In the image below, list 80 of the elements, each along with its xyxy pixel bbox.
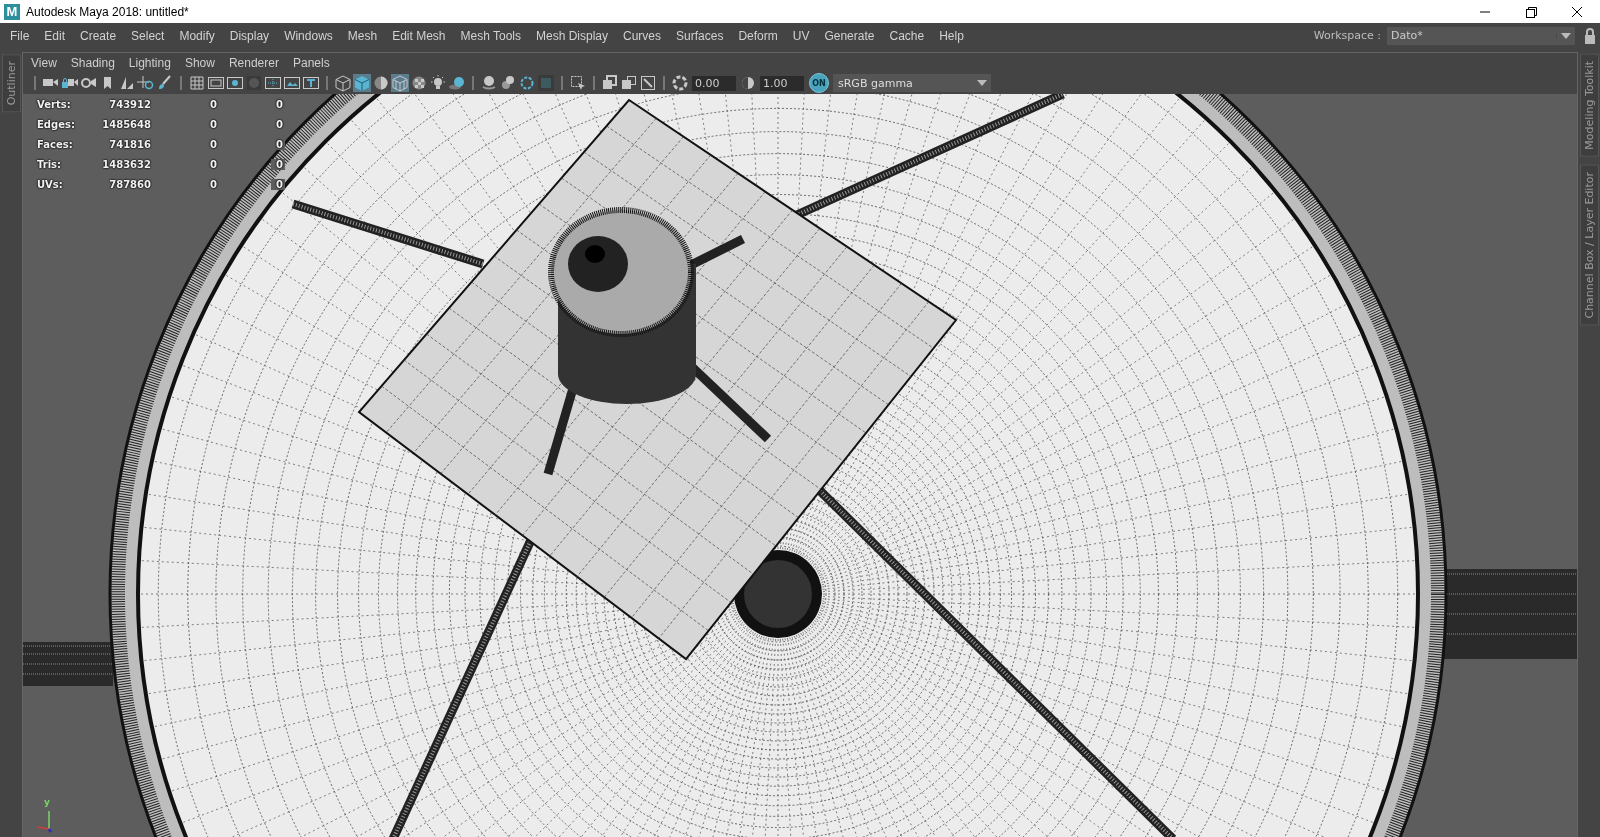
safe-action-icon[interactable]	[283, 74, 301, 92]
menu-item[interactable]: Curves	[615, 28, 669, 43]
menu-item[interactable]: File	[2, 28, 37, 43]
menu-item[interactable]: Mesh	[339, 28, 385, 43]
stat-value: 0	[209, 138, 217, 150]
value-field[interactable]: 0.00	[692, 75, 736, 91]
color-management-toggle[interactable]: ON	[809, 73, 829, 93]
safe-title-icon[interactable]	[302, 74, 320, 92]
caret-icon	[977, 80, 987, 86]
stat-value: 0	[209, 118, 217, 130]
menu-item[interactable]: Select	[123, 28, 172, 43]
menu-item[interactable]: Generate	[816, 28, 882, 43]
axis-label: y	[44, 797, 50, 807]
stat-value: 741816	[108, 138, 151, 150]
value-field[interactable]: 1.00	[760, 75, 804, 91]
film-gate-icon[interactable]	[207, 74, 225, 92]
panel-menu-item[interactable]: Lighting	[121, 55, 178, 70]
menu-item[interactable]: Deform	[730, 28, 785, 43]
stat-value: 0	[209, 158, 217, 170]
wireframe-cube-icon[interactable]	[334, 74, 352, 92]
toolbar-separator	[326, 76, 328, 90]
viewport[interactable]: Verts: 743912 0 0 Edges: 1485648 0 0 Faces: 741816 0 0 Tris: 1483632 0 0 UVs: 787860 0 0 y	[23, 94, 1577, 837]
stat-label: Verts:	[37, 98, 72, 110]
caret-icon	[1561, 32, 1571, 39]
checker-sphere-icon[interactable]	[410, 74, 428, 92]
menu-item[interactable]: Display	[221, 28, 277, 43]
panel-menu-item[interactable]: Shading	[63, 55, 122, 70]
stat-label: Tris:	[37, 158, 63, 170]
overlapping-squares-icon[interactable]	[620, 74, 638, 92]
menu-item[interactable]: Windows	[276, 28, 340, 43]
stat-label: Edges:	[37, 118, 76, 130]
side-tab[interactable]: Modeling Toolkit	[1579, 54, 1599, 157]
ring-icon[interactable]	[518, 74, 536, 92]
toolbar-separator	[472, 76, 474, 90]
grid-icon[interactable]	[188, 74, 206, 92]
menu-item[interactable]: Mesh Tools	[452, 28, 528, 43]
stat-value: 1485648	[101, 118, 151, 130]
menu-item[interactable]: Edit	[36, 28, 73, 43]
view-transform-dropdown[interactable]: sRGB gamma	[833, 74, 991, 92]
toolbar-separator	[663, 76, 665, 90]
stat-value: 0	[209, 178, 217, 190]
panel-menu-item[interactable]: View	[24, 55, 64, 70]
menu-item[interactable]: UV	[784, 28, 817, 43]
stat-label: UVs:	[37, 178, 64, 190]
half-shaded-sphere-icon[interactable]	[372, 74, 390, 92]
menu-item[interactable]: Create	[72, 28, 124, 43]
shadow-sphere-icon[interactable]	[448, 74, 466, 92]
panel-menu-item[interactable]: Show	[177, 55, 222, 70]
toolbar-separator	[561, 76, 563, 90]
panel-menu-item[interactable]: Renderer	[221, 55, 286, 70]
workspace-label: Workspace :	[1313, 29, 1381, 42]
stacked-squares-icon[interactable]	[601, 74, 619, 92]
toolbar-separator	[34, 76, 36, 90]
workspace-dropdown[interactable]: Dato*	[1387, 26, 1575, 45]
app-logo: M	[4, 3, 20, 20]
stat-value: 787860	[108, 178, 151, 190]
stat-value: 0	[209, 98, 217, 110]
window-title: Autodesk Maya 2018: untitled*	[26, 4, 189, 19]
stat-value: 1483632	[101, 158, 151, 170]
panel-menu-item[interactable]: Panels	[285, 55, 337, 70]
side-tab[interactable]: Channel Box / Layer Editor	[1579, 164, 1599, 326]
lock-icon[interactable]	[1583, 26, 1597, 45]
select-cursor-icon[interactable]	[569, 74, 587, 92]
menu-item[interactable]: Mesh Display	[528, 28, 616, 43]
light-bulb-icon[interactable]	[429, 74, 447, 92]
image-plane-icon[interactable]	[639, 74, 657, 92]
side-tab[interactable]: Outliner	[1, 54, 21, 113]
menu-item[interactable]: Modify	[171, 28, 222, 43]
menu-item[interactable]: Surfaces	[668, 28, 731, 43]
stat-value: 743912	[108, 98, 151, 110]
stat-value: 0	[271, 178, 285, 190]
toolbar-separator	[593, 76, 595, 90]
brush-icon[interactable]	[156, 74, 174, 92]
menu-item[interactable]: Edit Mesh	[384, 28, 453, 43]
resolution-gate-icon[interactable]	[226, 74, 244, 92]
toolbar-separator	[180, 76, 182, 90]
stat-value: 0	[271, 158, 285, 170]
stat-label: Faces:	[37, 138, 74, 150]
menu-item[interactable]: Cache	[881, 28, 932, 43]
menu-item[interactable]: Help	[931, 28, 971, 43]
